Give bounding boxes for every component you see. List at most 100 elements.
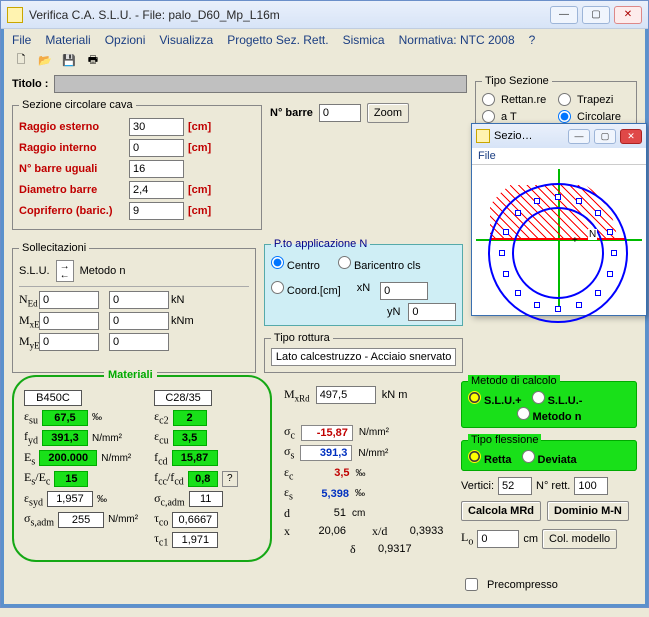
menu-materiali[interactable]: Materiali [45, 33, 90, 47]
menu-file[interactable]: File [12, 33, 31, 47]
es-label: Es [24, 450, 35, 467]
raggio-esterno-input[interactable] [129, 118, 184, 136]
mc-slup[interactable]: S.L.U.+ [468, 391, 522, 407]
menu-opzioni[interactable]: Opzioni [105, 33, 146, 47]
xn-input[interactable] [380, 282, 428, 300]
myed-b-input[interactable] [109, 333, 169, 351]
sezio-minimize[interactable]: — [568, 129, 590, 144]
tf-deviata[interactable]: Deviata [522, 450, 577, 466]
precompresso-checkbox[interactable] [465, 578, 478, 591]
diametro-barre-input[interactable] [129, 181, 184, 199]
rebar-icon [576, 198, 582, 204]
epss-label: εs [284, 485, 293, 502]
tipo-flessione-fieldset: Tipo flessione Retta Deviata [461, 434, 637, 471]
sezio-maximize[interactable]: ▢ [594, 129, 616, 144]
main-window: Verifica C.A. S.L.U. - File: palo_D60_Mp… [0, 0, 649, 608]
sezio-menu-file[interactable]: File [478, 150, 496, 162]
diametro-barre-label: Diametro barre [19, 184, 129, 196]
epsc2-box[interactable]: 2 [173, 410, 207, 426]
tiposez-rettanre[interactable]: Rettan.re [482, 93, 554, 106]
sezio-app-icon [476, 129, 490, 143]
sigs-label: σs [284, 444, 294, 461]
menu-progetto[interactable]: Progetto Sez. Rett. [227, 33, 328, 47]
raggio-esterno-label: Raggio esterno [19, 121, 129, 133]
help-button[interactable]: ? [222, 471, 238, 487]
fccfcd-box[interactable]: 0,8 [188, 471, 218, 487]
lo-unit: cm [523, 533, 538, 545]
copriferro-input[interactable] [129, 202, 184, 220]
mxed-a-input[interactable] [39, 312, 99, 330]
mc-slum[interactable]: S.L.U.- [532, 391, 583, 407]
fcd-box[interactable]: 15,87 [172, 450, 218, 466]
sigmasadm-label: σs,adm [24, 511, 54, 528]
epss-val: 5,398 [299, 488, 349, 500]
rebar-icon [595, 290, 601, 296]
nrett-label: N° rett. [536, 480, 570, 492]
save-icon[interactable]: 💾 [60, 51, 78, 69]
tiposez-at[interactable]: a T [482, 110, 554, 123]
maximize-button[interactable]: ▢ [582, 6, 610, 24]
nrett-input[interactable] [574, 477, 608, 495]
menu-sismica[interactable]: Sismica [343, 33, 385, 47]
ned-a-input[interactable] [39, 291, 99, 309]
epssu-label: εsu [24, 409, 38, 426]
titolo-label: Titolo : [12, 78, 48, 90]
sigs-val: 391,3 [300, 445, 352, 461]
tiposez-trapezi[interactable]: Trapezi [558, 93, 630, 106]
steel-box[interactable]: B450C [24, 390, 82, 406]
titolo-input[interactable] [54, 75, 467, 93]
fyd-label: fyd [24, 429, 38, 446]
close-button[interactable]: ✕ [614, 6, 642, 24]
mxrd-unit: kN m [382, 389, 408, 401]
materiali-bubble: Materiali B450C εsu67,5‰ fyd391,3N/mm² E… [12, 375, 272, 562]
es-box[interactable]: 200.000 [39, 450, 97, 466]
mxrd-input[interactable] [316, 386, 376, 404]
nbarre-input[interactable] [319, 104, 361, 122]
fyd-box[interactable]: 391,3 [42, 430, 88, 446]
myed-a-input[interactable] [39, 333, 99, 351]
tf-retta[interactable]: Retta [468, 450, 512, 466]
lo-input[interactable] [477, 530, 519, 548]
minimize-button[interactable]: — [550, 6, 578, 24]
mc-metodon[interactable]: Metodo n [517, 407, 582, 423]
colmodello-button[interactable]: Col. modello [542, 529, 617, 549]
sezio-close[interactable]: ✕ [620, 129, 642, 144]
epscu-box[interactable]: 3,5 [173, 430, 207, 446]
tauco-label: τco [154, 511, 168, 528]
raggio-interno-label: Raggio interno [19, 142, 129, 154]
print-icon[interactable]: 🖶 [84, 51, 102, 69]
vertici-input[interactable] [498, 477, 532, 495]
raggio-interno-input[interactable] [129, 139, 184, 157]
sigc-val: -15,87 [301, 425, 353, 441]
epssu-box[interactable]: 67,5 [42, 410, 88, 426]
rebar-icon [515, 210, 521, 216]
delta-label: δ [350, 542, 356, 557]
pto-centro[interactable]: Centro [271, 256, 320, 272]
conc-box[interactable]: C28/35 [154, 390, 212, 406]
arrows-icon[interactable]: →← [56, 260, 74, 282]
menu-help[interactable]: ? [529, 33, 536, 47]
tiposez-circolare[interactable]: Circolare [558, 110, 630, 123]
pto-coord[interactable]: Coord.[cm] [271, 281, 341, 297]
nbarre-uguali-input[interactable] [129, 160, 184, 178]
menu-normativa[interactable]: Normativa: NTC 2008 [399, 33, 515, 47]
new-icon[interactable]: 🗋 [12, 51, 30, 69]
ned-unit: kN [171, 294, 201, 306]
open-icon[interactable]: 📂 [36, 51, 54, 69]
esec-label: Es/Ec [24, 470, 50, 487]
x-val: 20,06 [296, 525, 346, 537]
pto-baricentro[interactable]: Baricentro cls [338, 256, 421, 272]
dominio-button[interactable]: Dominio M-N [547, 501, 629, 521]
zoom-button[interactable]: Zoom [367, 103, 409, 123]
menu-visualizza[interactable]: Visualizza [159, 33, 213, 47]
rebar-icon [503, 229, 509, 235]
vertici-label: Vertici: [461, 480, 494, 492]
lo-label: Lo [461, 530, 473, 547]
ned-b-input[interactable] [109, 291, 169, 309]
nbarre-uguali-label: N° barre uguali [19, 163, 129, 175]
yn-input[interactable] [408, 303, 456, 321]
esec-box[interactable]: 15 [54, 471, 88, 487]
mxed-b-input[interactable] [109, 312, 169, 330]
precompresso-label: Precompresso [487, 579, 558, 591]
calcola-button[interactable]: Calcola MRd [461, 501, 541, 521]
